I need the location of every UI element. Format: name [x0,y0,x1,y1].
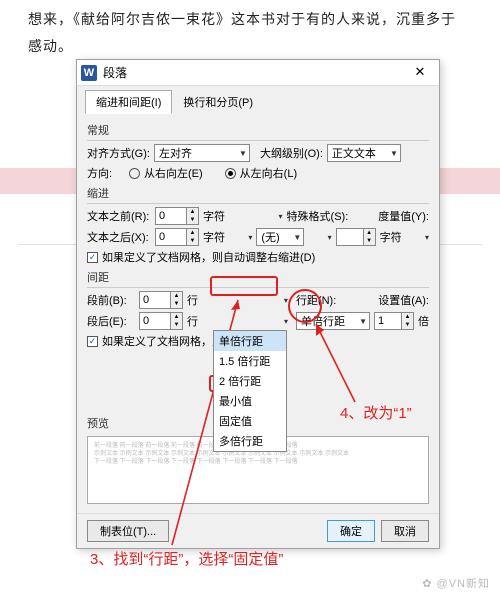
chevron-down-icon: ▼ [235,149,247,158]
chevron-down-icon: ▼ [386,149,398,158]
tabs-button[interactable]: 制表位(T)... [87,520,169,542]
tab-indent-spacing[interactable]: 缩进和间距(I) [85,90,172,114]
spacing-grid-check[interactable]: ✓ [87,336,98,347]
linespacing-combo[interactable]: 单倍行距▼ [296,312,370,330]
linespacing-option[interactable]: 固定值 [214,411,286,431]
linespacing-label: 行距(N): [296,292,336,308]
linespacing-option[interactable]: 1.5 倍行距 [214,351,286,371]
ltr-label: 从左向右(L) [240,165,297,181]
linespacing-option[interactable]: 2 倍行距 [214,371,286,391]
chevron-down-icon: ▼ [289,233,301,242]
align-label: 对齐方式(G): [87,145,150,161]
tab-line-page[interactable]: 换行和分页(P) [172,90,264,114]
dialog-title: 段落 [103,64,405,81]
special-combo[interactable]: (无)▼ [256,228,304,246]
cancel-button[interactable]: 取消 [381,520,429,542]
close-button[interactable]: ✕ [405,63,435,83]
tab-body: 常规 对齐方式(G): 左对齐▼ 大纲级别(O): 正文文本▼ 方向: 从右向左… [77,114,439,513]
indent-after-label: 文本之后(X): [87,229,151,245]
special-label: 特殊格式(S): [287,208,349,224]
dir-label: 方向: [87,165,125,181]
titlebar: W 段落 ✕ [77,60,439,86]
button-row: 制表位(T)... 确定 取消 [77,513,439,548]
linespacing-option[interactable]: 单倍行距 [214,331,286,351]
linespacing-option[interactable]: 多倍行距 [214,431,286,451]
indent-before-spin[interactable]: 0▲▼ [155,207,199,225]
rtl-radio[interactable] [129,168,140,179]
outline-label: 大纲级别(O): [260,145,323,161]
annot-step3: 3、找到“行距”，选择“固定值” [90,548,283,569]
indent-grid-label: 如果定义了文档网格，则自动调整右缩进(D) [102,249,315,265]
paragraph-dialog: W 段落 ✕ 缩进和间距(I) 换行和分页(P) 常规 对齐方式(G): 左对齐… [76,59,440,549]
space-after-label: 段后(E): [87,313,135,329]
measure-label: 度量值(Y): [378,208,429,224]
group-indent: 缩进 [87,185,429,201]
word-icon: W [81,65,97,81]
background-text: 想来，《献给阿尔吉侬一束花》这本书对于有的人来说，沉重多于 感动。 [28,6,490,59]
chevron-down-icon: ▼ [355,317,367,326]
annot-step4: 4、改为“1” [340,402,412,423]
watermark: ✿ @VN新知 [422,575,490,591]
indent-grid-check[interactable]: ✓ [87,252,98,263]
indent-after-spin[interactable]: 0▲▼ [155,228,199,246]
outline-combo[interactable]: 正文文本▼ [327,144,401,162]
rtl-label: 从右向左(E) [144,165,203,181]
group-general: 常规 [87,122,429,138]
setvalue-spin[interactable]: 1▲▼ [374,312,414,330]
indent-before-label: 文本之前(R): [87,208,151,224]
space-before-spin[interactable]: 0▲▼ [139,291,183,309]
space-before-label: 段前(B): [87,292,135,308]
measure-spin[interactable]: ▲▼ [336,228,376,246]
linespacing-option[interactable]: 最小值 [214,391,286,411]
ok-button[interactable]: 确定 [327,520,375,542]
tab-strip: 缩进和间距(I) 换行和分页(P) [77,86,439,114]
ltr-radio[interactable] [225,168,236,179]
linespacing-dropdown[interactable]: 单倍行距1.5 倍行距2 倍行距最小值固定值多倍行距 [213,330,287,452]
align-combo[interactable]: 左对齐▼ [154,144,250,162]
group-spacing: 间距 [87,269,429,285]
setvalue-label: 设置值(A): [378,292,429,308]
space-after-spin[interactable]: 0▲▼ [139,312,183,330]
